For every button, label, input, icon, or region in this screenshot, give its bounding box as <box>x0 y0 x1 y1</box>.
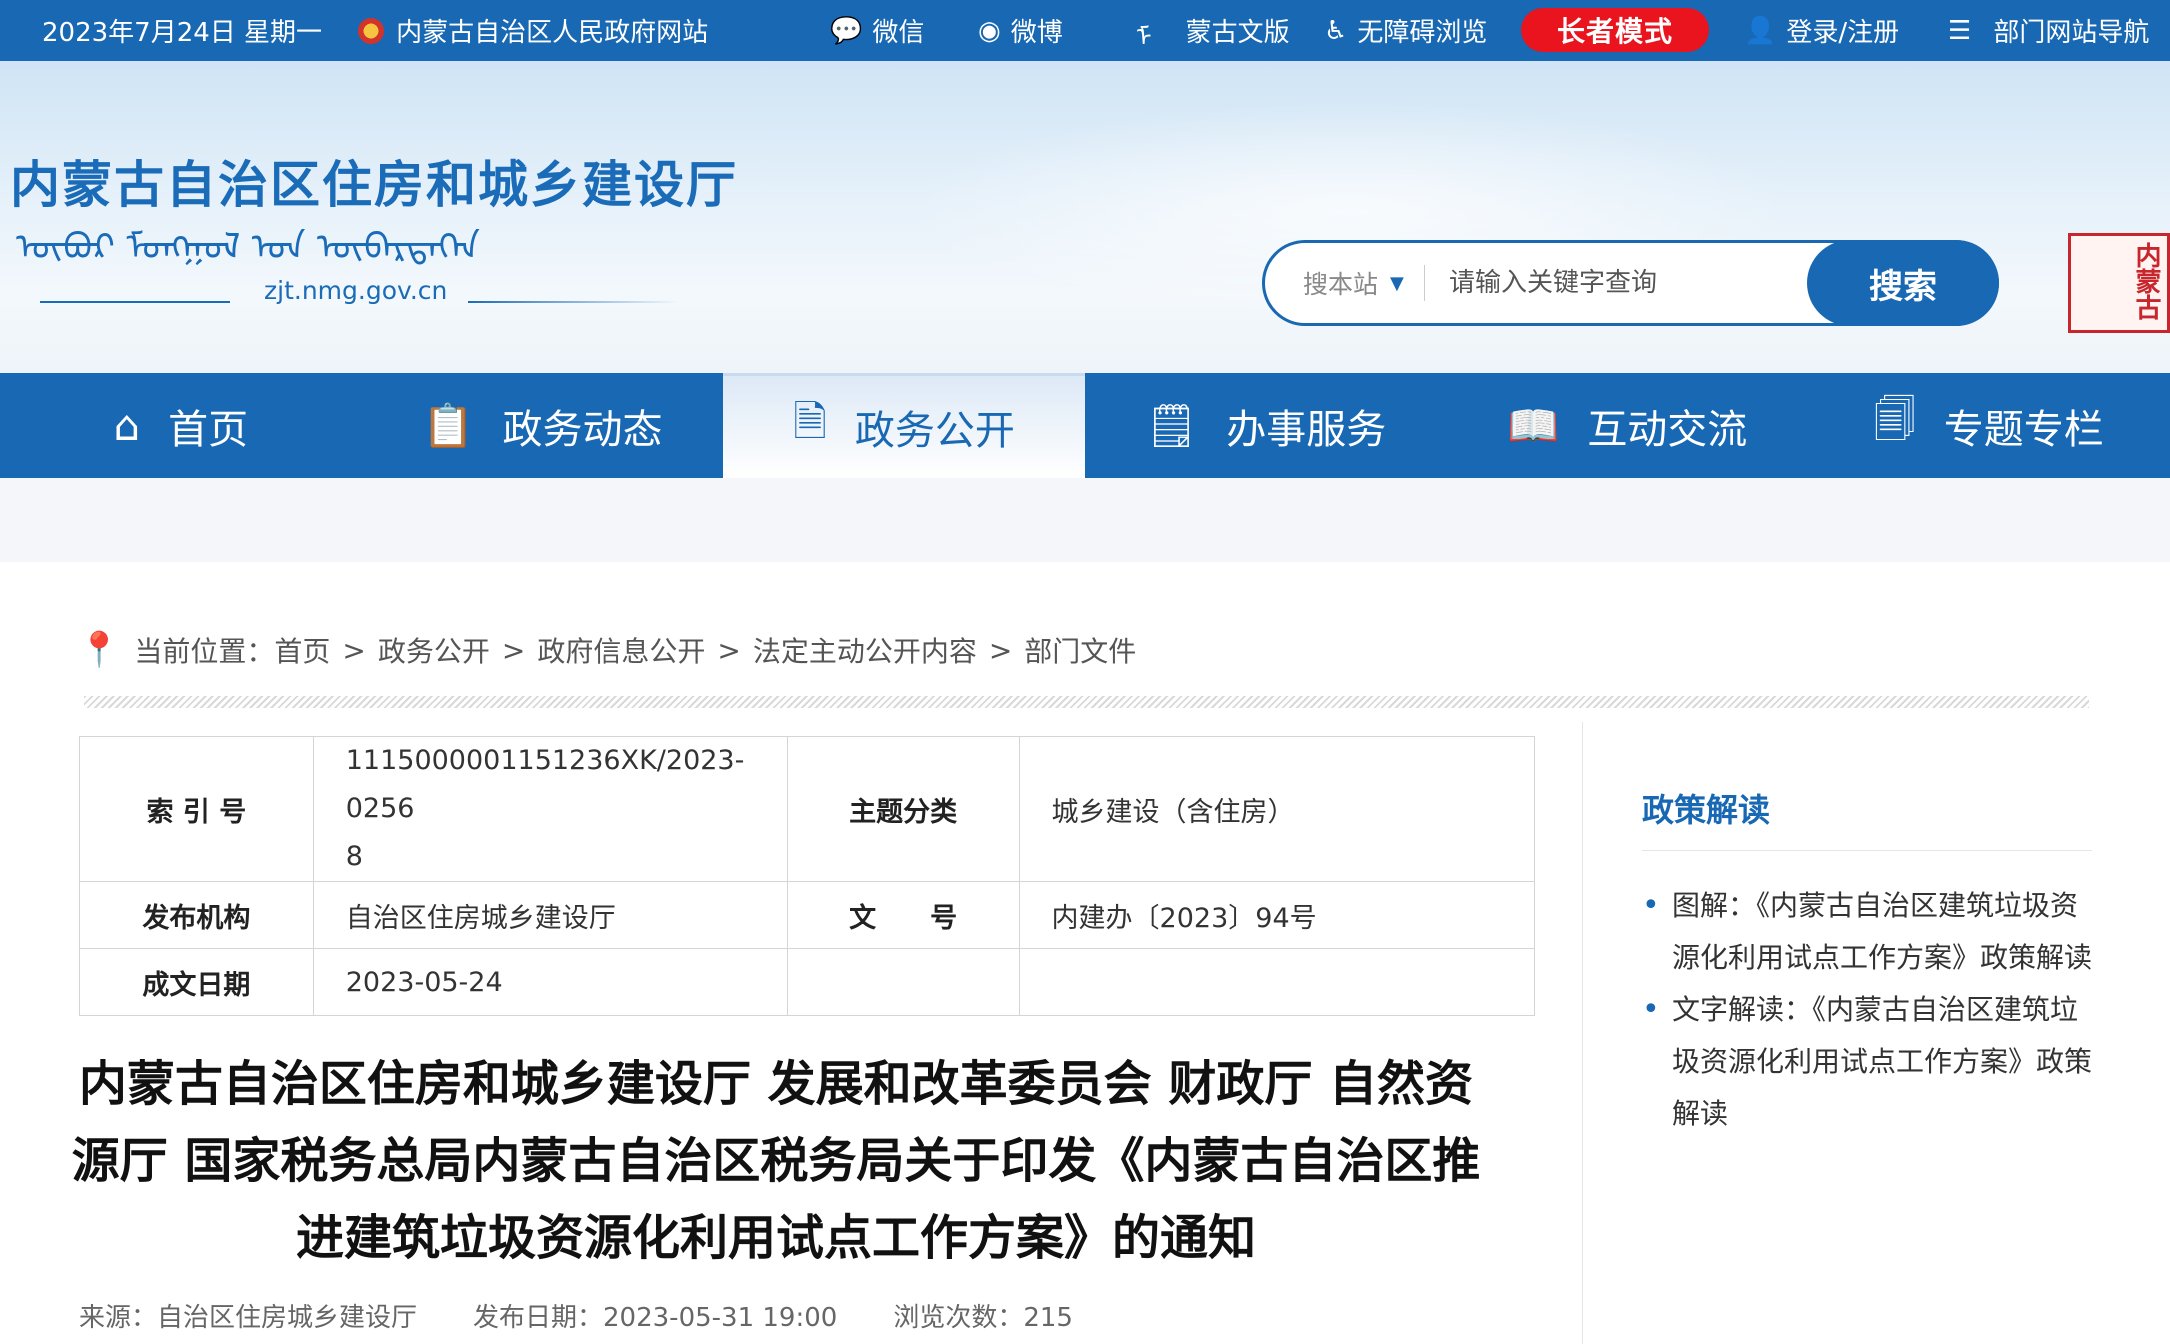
breadcrumb-item[interactable]: 部门文件 <box>1024 630 1136 670</box>
national-emblem-icon <box>358 17 385 44</box>
doc-no-label: 文 号 <box>786 881 1020 949</box>
login-label: 登录/注册 <box>1786 18 1900 48</box>
search-scope-label: 搜本站 <box>1303 270 1379 299</box>
index-no-line: 1115000001151236XK/2023-0256 <box>345 745 745 824</box>
domain-line-left <box>40 301 230 303</box>
accessible-link[interactable]: ♿ 无障碍浏览 <box>1324 0 1487 61</box>
empty-cell <box>786 948 1020 1016</box>
site-title-mongolian: ᠥᠪᠦᠷ ᠮᠣᠩᠭᠣᠯ ᠤᠨ ᠥᠪᠡᠷᠲᠡᠭᠡᠨ <box>16 227 480 268</box>
menu-icon: ☰ <box>1948 15 1972 46</box>
topic-label: 主题分类 <box>786 736 1020 882</box>
weibo-link[interactable]: ◉ 微博 <box>978 0 1063 61</box>
topic-value: 城乡建设（含住房） <box>1018 736 1536 882</box>
nav-item-label: 办事服务 <box>1226 406 1387 453</box>
breadcrumb-item[interactable]: 政府信息公开 <box>537 630 705 670</box>
article-meta: 来源：自治区住房城乡建设厅 发布日期：2023-05-31 19:00 浏览次数… <box>79 1297 1073 1334</box>
site-domain: zjt.nmg.gov.cn <box>264 276 448 305</box>
wheelchair-icon: ♿ <box>1324 15 1348 46</box>
hatch-divider <box>84 696 2089 708</box>
chevron-down-icon: ▼ <box>1390 272 1404 294</box>
nav-item-label: 专题专栏 <box>1943 406 2104 453</box>
sidebar-title-underline <box>1642 850 2092 851</box>
main-nav: ⌂ 首页 📋 政务动态 🗎 政务公开 🗒 办事服务 📖 互动交流 🗐 专题专栏 <box>0 373 2170 478</box>
mongol-version-link[interactable]: ᠮ 蒙古文版 <box>1136 0 1290 61</box>
date-value: 2023-05-24 <box>312 948 788 1016</box>
top-bar: 2023年7月24日 星期一 内蒙古自治区人民政府网站 💬 微信 ◉ 微博 ᠮ … <box>0 0 2170 61</box>
table-row: 索 引 号 1115000001151236XK/2023-0256 8 主题分… <box>79 736 1536 882</box>
dept-nav-label: 部门网站导航 <box>1993 18 2150 48</box>
search-input[interactable] <box>1449 257 1799 309</box>
location-pin-icon: 📍 <box>78 630 121 670</box>
table-row: 成文日期 2023-05-24 <box>79 948 1536 1016</box>
accessible-label: 无障碍浏览 <box>1357 18 1488 48</box>
sidebar-title: 政策解读 <box>1642 791 1771 829</box>
search-button[interactable]: 搜索 <box>1807 240 1999 326</box>
article-source: 来源：自治区住房城乡建设厅 <box>79 1303 418 1333</box>
breadcrumb-item[interactable]: 首页 <box>274 630 330 670</box>
search-box: 搜本站 ▼ 搜索 <box>1262 240 1999 326</box>
doc-no-value: 内建办〔2023〕94号 <box>1018 881 1536 949</box>
mongol-version-label: 蒙古文版 <box>1185 18 1290 48</box>
nav-item-interaction[interactable]: 📖 互动交流 <box>1446 373 1808 478</box>
publisher-label: 发布机构 <box>79 881 314 949</box>
nav-item-label: 互动交流 <box>1587 406 1748 453</box>
top-bar-left: 2023年7月24日 星期一 内蒙古自治区人民政府网站 <box>42 0 708 61</box>
table-row: 发布机构 自治区住房城乡建设厅 文 号 内建办〔2023〕94号 <box>79 881 1536 949</box>
breadcrumb-separator: > <box>988 633 1013 667</box>
breadcrumb-item[interactable]: 政务公开 <box>378 630 490 670</box>
dept-nav-link[interactable]: ☰ 部门网站导航 <box>1948 0 2149 61</box>
breadcrumb-separator: > <box>342 633 366 667</box>
topics-icon: 🗐 <box>1873 395 1916 444</box>
gov-site-link[interactable]: 内蒙古自治区人民政府网站 <box>396 12 708 49</box>
publisher-value: 自治区住房城乡建设厅 <box>312 881 788 949</box>
mongolia-seal-logo: 内蒙古 <box>2068 233 2170 333</box>
login-link[interactable]: 👤 登录/注册 <box>1744 0 1899 61</box>
wechat-icon: 💬 <box>830 15 863 46</box>
weibo-icon: ◉ <box>978 15 1001 46</box>
document-meta-table: 索 引 号 1115000001151236XK/2023-0256 8 主题分… <box>79 736 1536 1016</box>
domain-line-right <box>468 301 678 303</box>
breadcrumb-item[interactable]: 法定主动公开内容 <box>753 630 977 670</box>
article-title: 内蒙古自治区住房和城乡建设厅 发展和改革委员会 财政厅 自然资源厅 国家税务总局… <box>71 1056 1481 1266</box>
content-panel: 📍 当前位置： 首页 > 政务公开 > 政府信息公开 > 法定主动公开内容 > … <box>0 562 2170 1344</box>
nav-item-label: 政务公开 <box>854 408 1015 454</box>
current-date: 2023年7月24日 星期一 <box>42 18 323 48</box>
service-icon: 🗒 <box>1144 400 1199 450</box>
nav-item-topics[interactable]: 🗐 专题专栏 <box>1808 373 2170 478</box>
nav-item-services[interactable]: 🗒 办事服务 <box>1085 373 1447 478</box>
index-no-value: 1115000001151236XK/2023-0256 8 <box>312 736 788 882</box>
nav-item-label: 首页 <box>168 406 249 453</box>
search-scope-select[interactable]: 搜本站 ▼ <box>1303 243 1404 323</box>
index-no-label: 索 引 号 <box>79 736 314 882</box>
nav-item-home[interactable]: ⌂ 首页 <box>0 373 362 478</box>
list-item[interactable]: 文字解读：《内蒙古自治区建筑垃圾资源化利用试点工作方案》政策解读 <box>1642 984 2097 1140</box>
nav-item-gov-news[interactable]: 📋 政务动态 <box>362 373 724 478</box>
policy-interpretation-list: 图解：《内蒙古自治区建筑垃圾资源化利用试点工作方案》政策解读 文字解读：《内蒙古… <box>1642 880 2097 1140</box>
breadcrumb-separator: > <box>501 633 526 667</box>
empty-cell <box>1018 948 1536 1016</box>
elder-mode-button[interactable]: 长者模式 <box>1521 8 1709 52</box>
article-views: 浏览次数：215 <box>893 1303 1073 1333</box>
document-icon: 🗎 <box>793 396 827 446</box>
search-divider <box>1424 265 1425 301</box>
wechat-label: 微信 <box>872 18 925 48</box>
mongol-script-icon: ᠮ <box>1136 22 1152 53</box>
wechat-link[interactable]: 💬 微信 <box>830 0 924 61</box>
user-icon: 👤 <box>1744 15 1777 46</box>
article-publish-date: 发布日期：2023-05-31 19:00 <box>473 1303 838 1333</box>
weibo-label: 微博 <box>1010 18 1063 48</box>
nav-item-label: 政务动态 <box>502 406 663 453</box>
index-no-line: 8 <box>345 841 363 872</box>
date-label: 成文日期 <box>79 948 314 1016</box>
list-item[interactable]: 图解：《内蒙古自治区建筑垃圾资源化利用试点工作方案》政策解读 <box>1642 880 2097 984</box>
sidebar-divider <box>1582 722 1583 1344</box>
breadcrumb-prefix: 当前位置： <box>134 635 275 668</box>
home-icon: ⌂ <box>113 401 141 450</box>
breadcrumb-separator: > <box>717 633 741 667</box>
site-header: 内蒙古自治区住房和城乡建设厅 ᠥᠪᠦᠷ ᠮᠣᠩᠭᠣᠯ ᠤᠨ ᠥᠪᠡᠷᠲᠡᠭᠡᠨ … <box>0 61 2170 373</box>
breadcrumb: 📍 当前位置： 首页 > 政务公开 > 政府信息公开 > 法定主动公开内容 > … <box>78 630 1136 670</box>
nav-item-gov-open[interactable]: 🗎 政务公开 <box>723 373 1085 478</box>
book-icon: 📖 <box>1507 400 1560 450</box>
clipboard-icon: 📋 <box>422 400 475 450</box>
